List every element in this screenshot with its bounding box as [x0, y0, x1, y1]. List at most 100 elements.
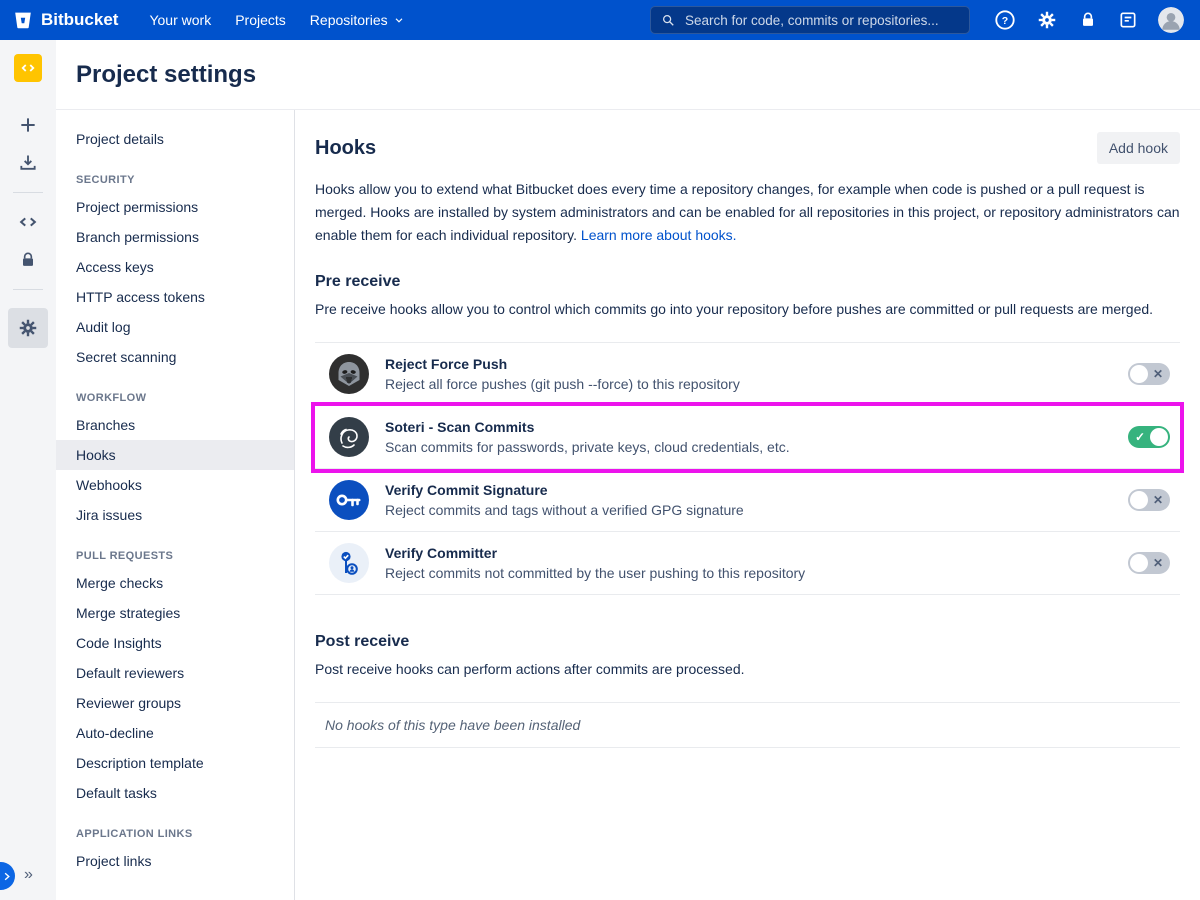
- toggle-knob: [1150, 428, 1168, 446]
- chevron-down-icon: [393, 14, 405, 26]
- hook-text: Verify CommitterReject commits not commi…: [385, 545, 805, 581]
- sidebar-item-default-tasks[interactable]: Default tasks: [56, 778, 294, 808]
- code-brackets-icon: [19, 59, 37, 77]
- hook-toggle-reject-force-push[interactable]: ✕: [1128, 363, 1170, 385]
- hook-title: Verify Commit Signature: [385, 482, 744, 498]
- create-button[interactable]: [8, 108, 48, 142]
- sidebar-item-http-access-tokens[interactable]: HTTP access tokens: [56, 282, 294, 312]
- settings-button[interactable]: [1036, 9, 1058, 31]
- brand-text: Bitbucket: [41, 10, 118, 30]
- learn-more-link[interactable]: Learn more about hooks.: [581, 227, 737, 243]
- sidebar-item-branches[interactable]: Branches: [56, 410, 294, 440]
- download-button[interactable]: [8, 146, 48, 180]
- hook-title: Soteri - Scan Commits: [385, 419, 790, 435]
- check-icon: ✓: [1135, 426, 1145, 448]
- hook-row-reject-force-push: Reject Force Push Reject all force pushes…: [315, 343, 1180, 406]
- bitbucket-logo-icon: [12, 9, 34, 31]
- soteri-icon: [329, 417, 369, 457]
- feedback-icon: [1118, 10, 1138, 30]
- pre-receive-heading: Pre receive: [315, 273, 1180, 291]
- security-rail-button[interactable]: [8, 243, 48, 277]
- help-button[interactable]: ?: [994, 9, 1016, 31]
- top-nav: Your work Projects Repositories: [138, 6, 415, 34]
- cross-icon: ✕: [1153, 363, 1163, 385]
- cross-icon: ✕: [1153, 552, 1163, 574]
- navbar-icon-group: ?: [994, 7, 1184, 33]
- hook-row-verify-committer: Verify CommitterReject commits not commi…: [315, 532, 1180, 595]
- sidebar-item-auto-decline[interactable]: Auto-decline: [56, 718, 294, 748]
- rail-expand-area: »: [0, 862, 56, 890]
- help-icon: ?: [994, 9, 1016, 31]
- hook-list: Reject Force Push Reject all force pushes…: [315, 342, 1180, 595]
- sidebar-item-merge-checks[interactable]: Merge checks: [56, 568, 294, 598]
- feedback-button[interactable]: [1118, 10, 1138, 30]
- expand-sidebar-button[interactable]: [0, 862, 15, 890]
- sidebar-section-security: SECURITY: [56, 154, 294, 192]
- hook-text: Soteri - Scan Commits Scan commits for pa…: [385, 419, 790, 455]
- left-rail: »: [0, 40, 56, 900]
- toggle-knob: [1130, 365, 1148, 383]
- sidebar-item-branch-permissions[interactable]: Branch permissions: [56, 222, 294, 252]
- settings-sidebar: Project detailsSECURITYProject permissio…: [56, 110, 295, 900]
- nav-item-label: Projects: [235, 12, 286, 28]
- hook-description: Scan commits for passwords, private keys…: [385, 439, 790, 455]
- toggle-knob: [1130, 491, 1148, 509]
- page-title: Project settings: [76, 61, 256, 89]
- key-icon: [329, 480, 369, 520]
- sidebar-item-secret-scanning[interactable]: Secret scanning: [56, 342, 294, 372]
- hook-description: Reject all force pushes (git push --forc…: [385, 376, 740, 392]
- rail-divider: [13, 192, 43, 193]
- bitbucket-logo[interactable]: Bitbucket: [12, 9, 118, 31]
- nav-item-your-work[interactable]: Your work: [138, 6, 222, 34]
- code-search-button[interactable]: [8, 205, 48, 239]
- nav-item-projects[interactable]: Projects: [224, 6, 297, 34]
- sidebar-item-reviewer-groups[interactable]: Reviewer groups: [56, 688, 294, 718]
- sidebar-section-workflow: WORKFLOW: [56, 372, 294, 410]
- sidebar-item-webhooks[interactable]: Webhooks: [56, 470, 294, 500]
- pre-receive-description: Pre receive hooks allow you to control w…: [315, 298, 1180, 320]
- hook-toggle-verify-committer[interactable]: ✕: [1128, 552, 1170, 574]
- sidebar-item-access-keys[interactable]: Access keys: [56, 252, 294, 282]
- top-navbar: Bitbucket Your workProjectsRepositories …: [0, 0, 1200, 40]
- sidebar-item-project-details[interactable]: Project details: [56, 124, 294, 154]
- sidebar-item-description-template[interactable]: Description template: [56, 748, 294, 778]
- double-chevron-icon[interactable]: »: [24, 866, 33, 884]
- user-avatar-icon: [1158, 7, 1184, 33]
- sidebar-item-jira-issues[interactable]: Jira issues: [56, 500, 294, 530]
- hook-row-verify-commit-signature: Verify Commit SignatureReject commits an…: [315, 469, 1180, 532]
- chevron-right-icon: [1, 871, 12, 882]
- hook-toggle-verify-commit-signature[interactable]: ✕: [1128, 489, 1170, 511]
- lock-icon: [1078, 10, 1098, 30]
- search-box[interactable]: [650, 6, 970, 34]
- hook-title: Reject Force Push: [385, 356, 740, 372]
- nav-item-label: Your work: [149, 12, 211, 28]
- gear-icon: [1036, 9, 1058, 31]
- sidebar-item-default-reviewers[interactable]: Default reviewers: [56, 658, 294, 688]
- nav-item-repositories[interactable]: Repositories: [299, 6, 416, 34]
- sidebar-item-merge-strategies[interactable]: Merge strategies: [56, 598, 294, 628]
- vader-icon: [329, 354, 369, 394]
- hook-toggle-soteri-scan-commits[interactable]: ✓: [1128, 426, 1170, 448]
- download-icon: [18, 153, 38, 173]
- search-input[interactable]: [683, 12, 959, 29]
- avatar[interactable]: [1158, 7, 1184, 33]
- project-avatar[interactable]: [14, 54, 42, 82]
- hook-text: Verify Commit SignatureReject commits an…: [385, 482, 744, 518]
- project-settings-rail-button[interactable]: [8, 308, 48, 348]
- toggle-knob: [1130, 554, 1148, 572]
- gear-icon: [17, 317, 39, 339]
- sidebar-item-hooks[interactable]: Hooks: [56, 440, 294, 470]
- post-receive-description: Post receive hooks can perform actions a…: [315, 658, 1180, 680]
- sidebar-item-project-permissions[interactable]: Project permissions: [56, 192, 294, 222]
- add-hook-button[interactable]: Add hook: [1097, 132, 1180, 164]
- hooks-heading: Hooks: [315, 137, 376, 160]
- settings-sidebar-list: Project detailsSECURITYProject permissio…: [56, 124, 294, 876]
- sidebar-item-audit-log[interactable]: Audit log: [56, 312, 294, 342]
- security-button[interactable]: [1078, 10, 1098, 30]
- rail-divider: [13, 289, 43, 290]
- plus-icon: [18, 115, 38, 135]
- sidebar-section-pull-requests: PULL REQUESTS: [56, 530, 294, 568]
- page-header: Project settings: [56, 40, 1200, 110]
- sidebar-item-code-insights[interactable]: Code Insights: [56, 628, 294, 658]
- sidebar-item-project-links[interactable]: Project links: [56, 846, 294, 876]
